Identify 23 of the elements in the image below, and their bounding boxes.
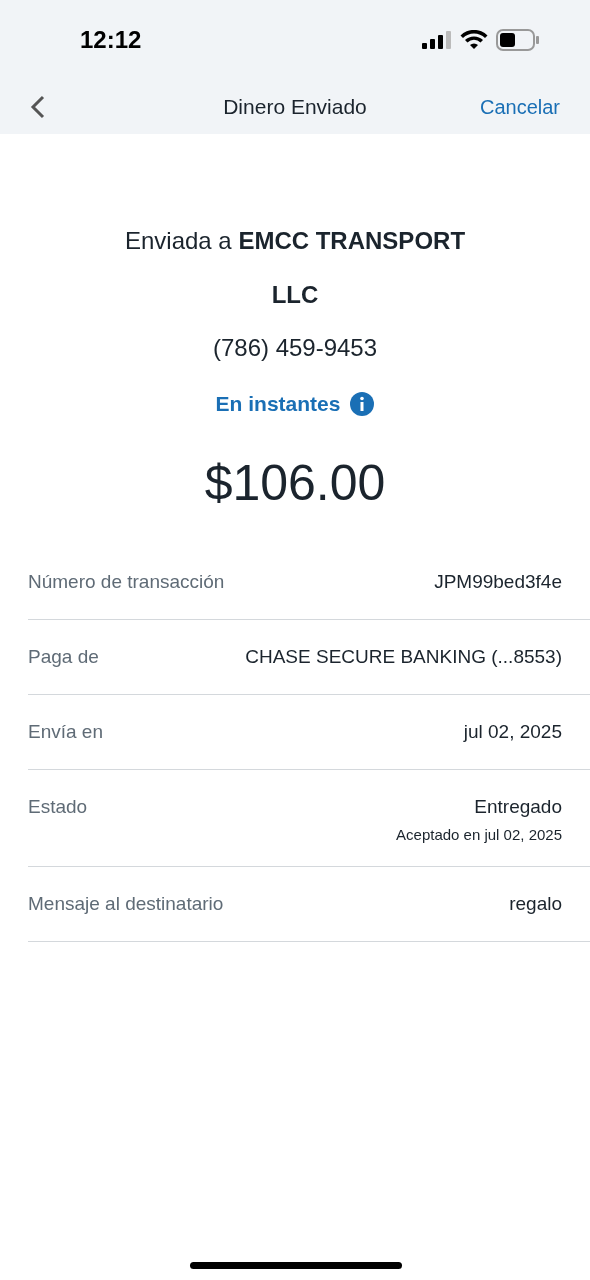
amount: $106.00 (204, 453, 386, 513)
status-time: 12:12 (80, 25, 142, 55)
screen-title: Dinero Enviado (223, 94, 367, 121)
detail-value: JPM99bed3f4e (434, 570, 562, 593)
recipient-heading: Enviada a EMCC TRANSPORT LLC (123, 226, 467, 310)
detail-value: Entregado (474, 795, 562, 818)
detail-label: Paga de (28, 645, 99, 668)
detail-value: CHASE SECURE BANKING (...8553) (245, 645, 562, 668)
detail-note: Aceptado en jul 02, 2025 (396, 825, 562, 844)
signal-icon (422, 31, 452, 49)
detail-value: regalo (509, 892, 562, 915)
detail-value: jul 02, 2025 (463, 720, 562, 743)
detail-label: Estado (28, 795, 88, 818)
battery-icon (496, 29, 540, 51)
delivery-speed: En instantes (215, 391, 341, 417)
back-icon[interactable] (30, 95, 46, 119)
cancel-link[interactable]: Cancelar (479, 92, 560, 122)
detail-label: Número de transacción (28, 570, 225, 593)
detail-label: Mensaje al destinatario (28, 892, 224, 915)
wifi-icon (460, 30, 488, 50)
info-icon[interactable] (350, 391, 375, 416)
detail-label: Envía en (28, 720, 103, 743)
phone-number: (786) 459-9453 (212, 333, 378, 363)
